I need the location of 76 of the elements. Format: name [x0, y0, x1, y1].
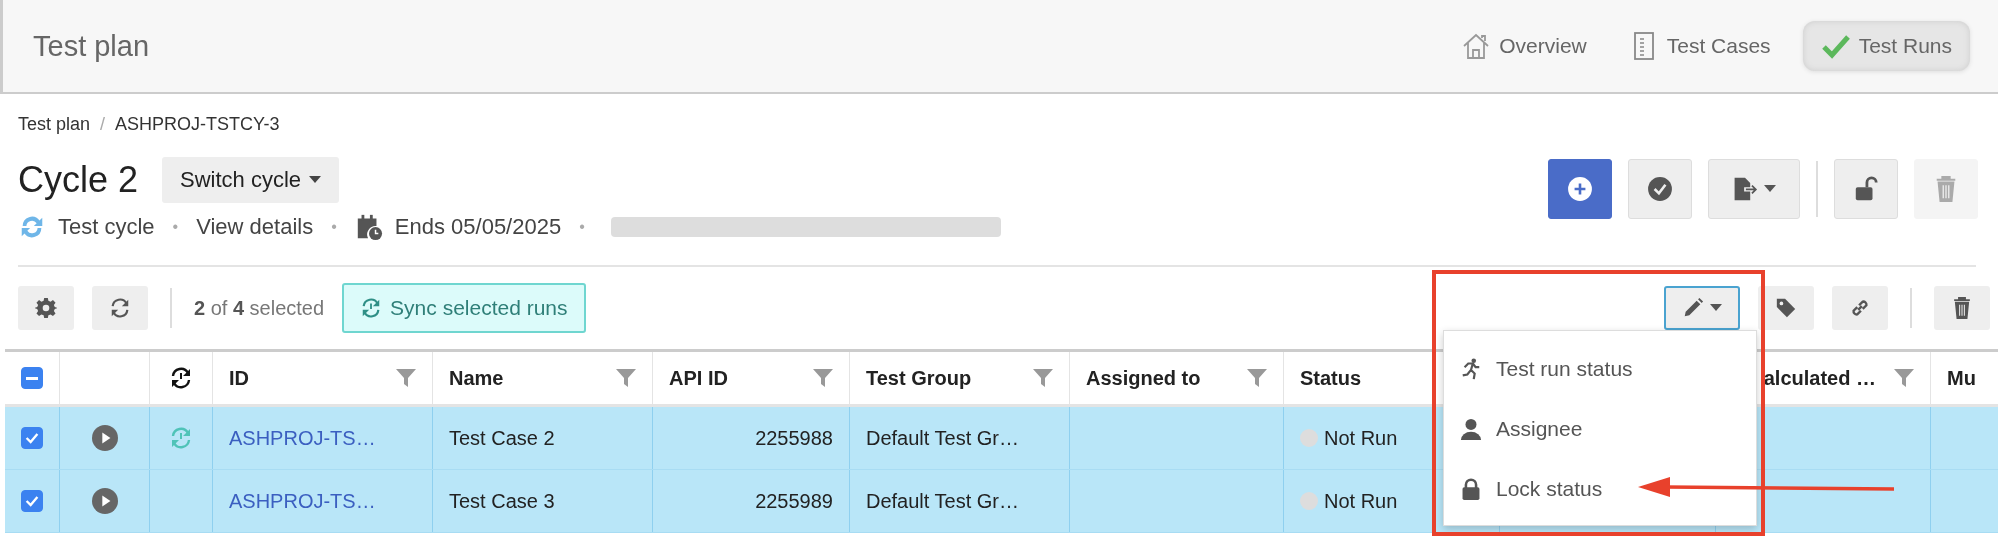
table-cell: Default Test Gr… — [866, 426, 1020, 450]
switch-cycle-dropdown[interactable]: Switch cycle — [162, 157, 340, 203]
sync-icon — [169, 366, 193, 390]
column-header[interactable]: ID — [229, 366, 249, 390]
filter-icon[interactable] — [1033, 369, 1053, 387]
nav-tab[interactable]: Test Runs — [1802, 21, 1970, 71]
separator-dot: • — [579, 218, 585, 236]
row-checkbox[interactable] — [21, 427, 43, 449]
select-all-checkbox[interactable] — [21, 367, 43, 389]
selection-count: 2 of 4 selected — [194, 296, 325, 320]
column-header[interactable]: Mu — [1947, 366, 1976, 390]
breadcrumb-separator: / — [100, 114, 106, 135]
nav-tab[interactable]: Overview — [1451, 23, 1597, 69]
delete-button[interactable] — [1934, 286, 1990, 330]
status-dot — [1300, 492, 1318, 510]
person-icon — [1460, 418, 1482, 440]
filter-icon[interactable] — [1894, 369, 1914, 387]
column-header[interactable]: API ID — [669, 366, 728, 390]
edit-button[interactable] — [1664, 286, 1740, 330]
trash-icon — [1951, 297, 1973, 319]
pencil-icon — [1682, 297, 1704, 319]
filter-icon[interactable] — [813, 369, 833, 387]
column-header[interactable]: alculated … — [1763, 366, 1876, 390]
play-icon[interactable] — [91, 425, 118, 451]
table-cell: Test Case 3 — [449, 489, 555, 513]
running-person-icon — [1460, 358, 1482, 380]
column-header[interactable]: Assigned to — [1086, 366, 1201, 390]
breadcrumb-item[interactable]: ASHPROJ-TSTCY-3 — [115, 114, 280, 135]
status-text: Not Run — [1324, 426, 1398, 450]
refresh-icon — [109, 297, 131, 319]
status-dot — [1300, 429, 1318, 447]
table-cell: Test Case 2 — [449, 426, 555, 450]
separator-dot: • — [331, 218, 337, 236]
tag-icon — [1775, 297, 1797, 319]
link-button[interactable] — [1832, 286, 1888, 330]
cycle-type: Test cycle — [58, 214, 155, 240]
filter-icon[interactable] — [396, 369, 416, 387]
caret-icon — [1764, 185, 1776, 193]
column-header[interactable]: Status — [1300, 366, 1362, 390]
add-button[interactable] — [1548, 159, 1612, 219]
filter-icon[interactable] — [616, 369, 636, 387]
complete-button[interactable] — [1628, 159, 1692, 219]
caret-icon — [1710, 304, 1722, 312]
filter-icon[interactable] — [1247, 369, 1267, 387]
row-checkbox[interactable] — [21, 490, 43, 512]
breadcrumb-item[interactable]: Test plan — [18, 114, 91, 135]
run-id-link[interactable]: ASHPROJ-TS… — [229, 426, 376, 450]
cycle-title: Cycle 2 — [18, 159, 139, 201]
check-circle-icon — [1647, 176, 1673, 202]
column-header[interactable]: Test Group — [866, 366, 972, 390]
table-cell: 2255988 — [755, 426, 833, 450]
padlock-icon — [1460, 478, 1482, 500]
plus-circle-icon — [1567, 176, 1593, 202]
column-header[interactable]: Name — [449, 366, 504, 390]
unlocked-padlock-icon — [1853, 176, 1879, 202]
settings-button[interactable] — [18, 286, 74, 330]
refresh-button[interactable] — [92, 286, 148, 330]
chain-link-icon — [1849, 297, 1871, 319]
caret-icon — [309, 176, 322, 184]
export-button[interactable] — [1708, 159, 1800, 219]
table-cell: Default Test Gr… — [866, 489, 1020, 513]
end-date: Ends 05/05/2025 — [394, 214, 562, 240]
page-title: Test plan — [33, 29, 150, 63]
table-cell: 2255989 — [755, 489, 833, 513]
tag-button[interactable] — [1758, 286, 1814, 330]
separator-dot: • — [172, 218, 179, 236]
menu-item[interactable]: Test run status — [1444, 339, 1756, 399]
status-text: Not Run — [1324, 489, 1398, 513]
run-id-link[interactable]: ASHPROJ-TS… — [229, 489, 376, 513]
file-export-icon — [1732, 176, 1758, 202]
nav-tab[interactable]: Test Cases — [1618, 23, 1781, 69]
view-details-link[interactable]: View details — [196, 214, 314, 240]
sync-runs-button[interactable]: Sync selected runs — [342, 283, 586, 333]
unlock-button[interactable] — [1834, 159, 1898, 219]
settings-icon — [35, 297, 57, 319]
play-icon[interactable] — [91, 488, 118, 514]
